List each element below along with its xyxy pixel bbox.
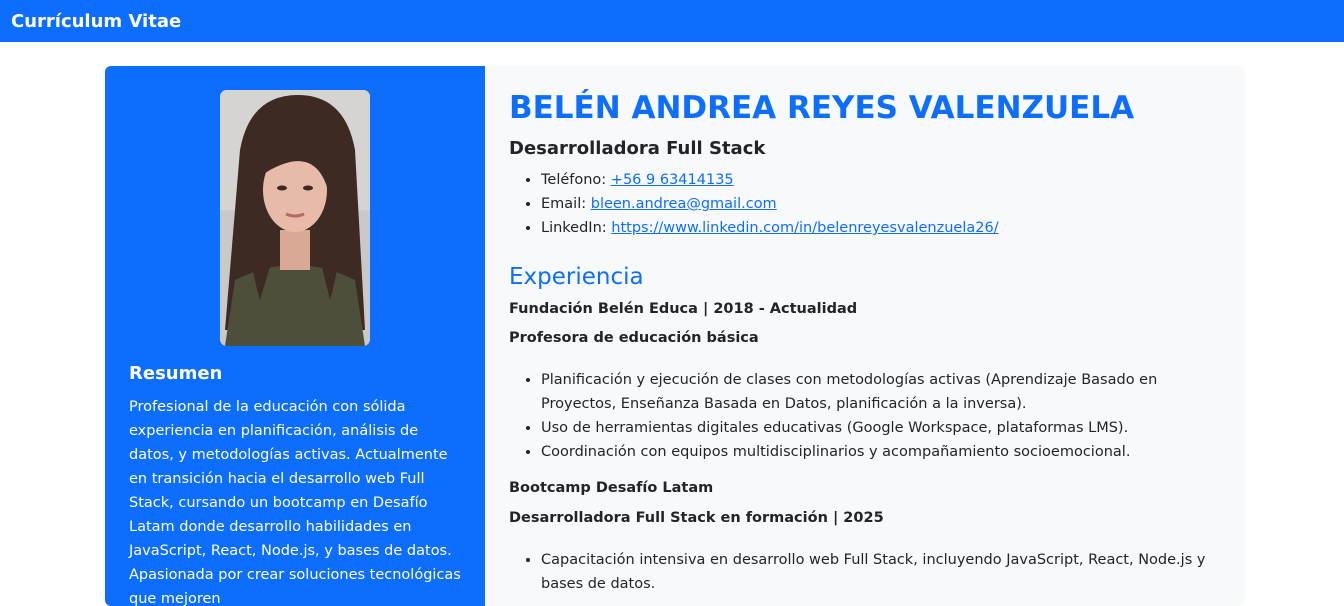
summary-text: Profesional de la educación con sólida e…	[129, 399, 461, 606]
phone-link[interactable]: +56 9 63414135	[611, 172, 734, 188]
cv-card: Resumen Profesional de la educación con …	[105, 66, 1245, 606]
summary-title: Resumen	[129, 363, 223, 384]
list-item: Planificación y ejecución de clases con …	[541, 368, 1231, 416]
sidebar: Resumen Profesional de la educación con …	[105, 66, 485, 606]
job-title: Desarrolladora Full Stack	[509, 138, 766, 159]
profile-photo-illustration	[220, 90, 370, 346]
full-name: BELÉN ANDREA REYES VALENZUELA	[509, 90, 1135, 126]
contact-email-label: Email:	[541, 196, 591, 212]
job-role: Desarrolladora Full Stack en formación |…	[509, 510, 884, 526]
profile-photo	[220, 90, 370, 346]
experience-title: Experiencia	[509, 264, 644, 290]
job-responsibilities: Capacitación intensiva en desarrollo web…	[509, 548, 1231, 596]
contact-phone: Teléfono: +56 9 63414135	[541, 168, 1241, 192]
contact-linkedin: LinkedIn: https://www.linkedin.com/in/be…	[541, 216, 1241, 240]
list-item: Capacitación intensiva en desarrollo web…	[541, 548, 1231, 596]
list-item: Uso de herramientas digitales educativas…	[541, 416, 1231, 440]
contact-linkedin-label: LinkedIn:	[541, 220, 612, 236]
contact-list: Teléfono: +56 9 63414135 Email: bleen.an…	[509, 168, 1241, 240]
job-role: Profesora de educación básica	[509, 330, 759, 346]
job-organization: Bootcamp Desafío Latam	[509, 480, 714, 496]
top-navbar: Currículum Vitae	[0, 0, 1344, 42]
main-content: BELÉN ANDREA REYES VALENZUELA Desarrolla…	[485, 66, 1245, 606]
linkedin-link[interactable]: https://www.linkedin.com/in/belenreyesva…	[611, 220, 998, 236]
contact-email: Email: bleen.andrea@gmail.com	[541, 192, 1241, 216]
email-link[interactable]: bleen.andrea@gmail.com	[591, 196, 777, 212]
navbar-brand[interactable]: Currículum Vitae	[11, 11, 181, 32]
job-responsibilities: Planificación y ejecución de clases con …	[509, 368, 1231, 464]
job-organization: Fundación Belén Educa | 2018 - Actualida…	[509, 301, 858, 317]
list-item: Coordinación con equipos multidisciplina…	[541, 440, 1231, 464]
contact-phone-label: Teléfono:	[541, 172, 611, 188]
